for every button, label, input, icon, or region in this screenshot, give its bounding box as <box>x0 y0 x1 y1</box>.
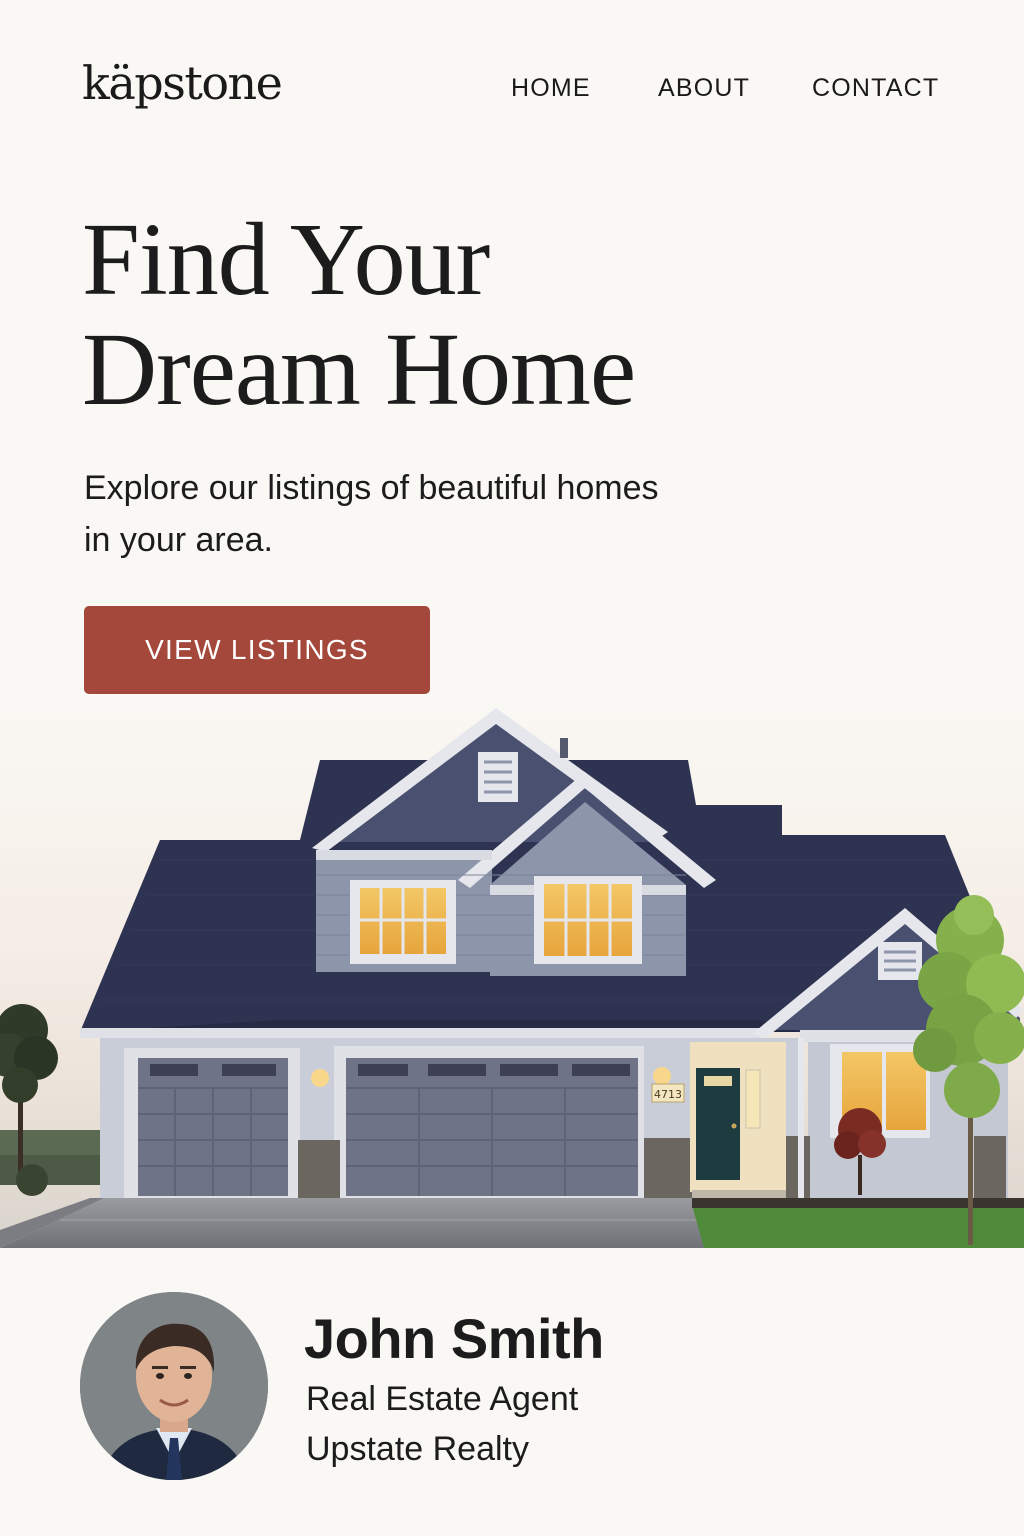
agent-role: Real Estate Agent <box>306 1380 579 1418</box>
agent-company: Upstate Realty <box>306 1430 529 1468</box>
nav-home-link[interactable]: HOME <box>511 74 591 103</box>
garage-door-right <box>334 1046 644 1198</box>
hero-title: Find Your Dream Home <box>82 205 842 425</box>
view-listings-button[interactable]: VIEW LISTINGS <box>84 606 430 694</box>
hero-title-line1: Find Your <box>82 202 490 317</box>
hero-subtitle-line2: in your area. <box>84 521 273 559</box>
agent-name: John Smith <box>304 1307 604 1370</box>
nav-contact-link[interactable]: CONTACT <box>812 74 939 103</box>
garage-door-left <box>124 1048 300 1198</box>
hero-subtitle: Explore our listings of beautiful homes … <box>84 462 764 566</box>
hero-subtitle-line1: Explore our listings of beautiful homes <box>84 469 659 507</box>
agent-card: John Smith Real Estate Agent Upstate Rea… <box>0 1248 1024 1536</box>
upper-window-left <box>350 880 456 964</box>
hero-title-line2: Dream Home <box>82 312 636 427</box>
upper-window-right <box>534 876 642 964</box>
agent-avatar[interactable] <box>80 1292 268 1480</box>
house-number: 4713 <box>654 1088 682 1101</box>
main-nav: HOME ABOUT CONTACT <box>0 74 1024 104</box>
front-door <box>696 1068 740 1180</box>
house-photo: 4713 <box>0 700 1024 1248</box>
site-header: käpstone HOME ABOUT CONTACT <box>0 0 1024 170</box>
nav-about-link[interactable]: ABOUT <box>658 74 750 103</box>
